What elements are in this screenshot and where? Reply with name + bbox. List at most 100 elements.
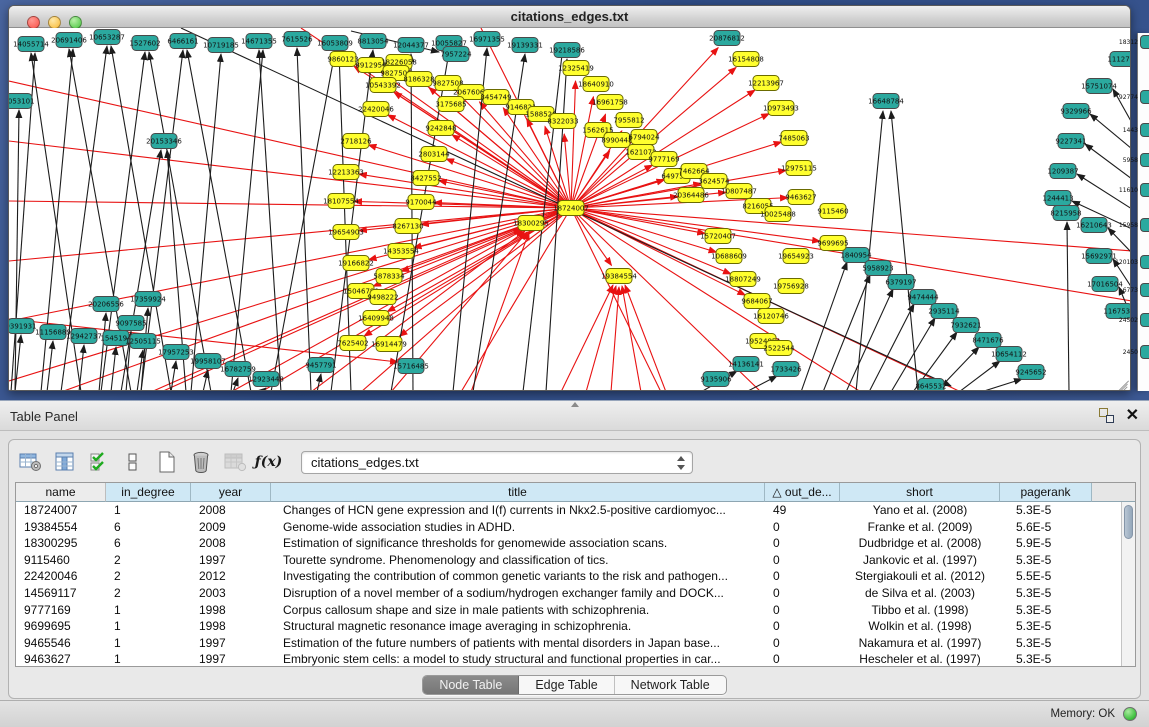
table-cell: 1997: [191, 635, 271, 652]
table-cell: 9463627: [16, 651, 106, 667]
graph-node-label: 19218586: [549, 47, 585, 55]
panel-resize-handle-icon[interactable]: [571, 402, 579, 407]
table-settings-icon[interactable]: [17, 449, 44, 475]
scrollbar-thumb[interactable]: [1124, 505, 1133, 539]
graph-node[interactable]: [1140, 313, 1149, 327]
graph-node-label: 6379197: [885, 279, 916, 287]
graph-node-label: 10654112: [991, 351, 1027, 359]
graph-node-label: 16971355: [469, 36, 505, 44]
network-window-title: citations_edges.txt: [9, 9, 1130, 24]
window-resize-grip-icon[interactable]: [1116, 376, 1130, 390]
table-cell: 1998: [191, 618, 271, 635]
graph-node-label: 92774: [1119, 94, 1138, 101]
graph-node-label: 1244413: [1042, 195, 1073, 203]
select-columns-checks-icon[interactable]: [85, 449, 112, 475]
column-header-△ out_de...[interactable]: △ out_de...: [765, 483, 840, 502]
table-cell: 0: [765, 568, 840, 585]
graph-node-label: 15751074: [1081, 83, 1117, 91]
graph-node-label: 7485063: [778, 135, 809, 143]
table-cell: 18724007: [16, 502, 106, 519]
graph-node-label: 15692971: [1081, 253, 1117, 261]
graph-node-label: 16154808: [728, 56, 764, 64]
column-header-in_degree[interactable]: in_degree: [106, 483, 191, 502]
background-window-sliver[interactable]: 1831292774144359581161015958120103677324…: [1137, 33, 1149, 391]
column-header-pagerank[interactable]: pagerank: [1000, 483, 1092, 502]
graph-node-label: 2803144: [418, 151, 450, 159]
delete-table-icon[interactable]: [187, 449, 214, 475]
graph-node-label: 9135906: [700, 376, 732, 384]
table-cell: Tibbo et al. (1998): [840, 602, 1000, 619]
graph-node-label: 8186328: [403, 76, 434, 84]
graph-node-label: 9457791: [305, 362, 336, 370]
tab-edge-table[interactable]: Edge Table: [519, 676, 614, 694]
table-row[interactable]: 2242004622012Investigating the contribut…: [16, 568, 1135, 585]
table-row[interactable]: 1456911722003Disruption of a novel membe…: [16, 585, 1135, 602]
graph-node-label: 12942737: [66, 333, 102, 341]
import-table-disabled-icon: [221, 449, 248, 475]
table-source-select[interactable]: citations_edges.txt: [301, 451, 693, 474]
graph-node[interactable]: [1140, 153, 1149, 167]
table-cell: 5.3E-5: [1000, 651, 1092, 667]
table-cell: 5.3E-5: [1000, 502, 1092, 519]
table-cell: 2008: [191, 502, 271, 519]
desktop-background: citations_edges.txt 14055714206914061065…: [0, 0, 1149, 400]
graph-node-label: 19384554: [601, 273, 637, 281]
graph-node-label: 11610: [1119, 187, 1138, 194]
table-row[interactable]: 969969511998Structural magnetic resonanc…: [16, 618, 1135, 635]
network-canvas-area[interactable]: 1405571420691406106532871527602646616110…: [9, 28, 1131, 391]
graph-node-label: 15716485: [393, 363, 429, 371]
new-table-icon[interactable]: [153, 449, 180, 475]
table-row[interactable]: 1938455462009Genome-wide association stu…: [16, 519, 1135, 536]
memory-status-indicator-icon[interactable]: [1123, 707, 1137, 721]
table-row[interactable]: 946554611997Estimation of the future num…: [16, 635, 1135, 652]
node-table[interactable]: namein_degreeyeartitle△ out_de...shortpa…: [15, 482, 1136, 667]
table-row[interactable]: 1872400712008Changes of HCN gene express…: [16, 502, 1135, 519]
graph-node-label: 9474444: [907, 294, 939, 302]
float-panel-icon[interactable]: [1099, 408, 1114, 423]
graph-node-label: 19654923: [778, 253, 814, 261]
table-row[interactable]: 911546021997Tourette syndrome. Phenomeno…: [16, 552, 1135, 569]
table-row[interactable]: 977716911998Corpus callosum shape and si…: [16, 602, 1135, 619]
table-row[interactable]: 1830029562008Estimation of significance …: [16, 535, 1135, 552]
graph-node-label: 20691406: [51, 37, 87, 45]
table-cell: 1997: [191, 552, 271, 569]
column-header-spacer[interactable]: [1092, 483, 1135, 502]
column-header-title[interactable]: title: [271, 483, 765, 502]
graph-node[interactable]: [1140, 218, 1149, 232]
graph-node-label: 17016504: [1087, 281, 1123, 289]
graph-node[interactable]: [1140, 283, 1149, 297]
graph-node[interactable]: [1140, 90, 1149, 104]
network-canvas[interactable]: 1405571420691406106532871527602646616110…: [9, 28, 1131, 391]
column-header-short[interactable]: short: [840, 483, 1000, 502]
table-cell: 2012: [191, 568, 271, 585]
graph-node[interactable]: [1140, 183, 1149, 197]
table-row[interactable]: 946362711997Embryonic stem cells: a mode…: [16, 651, 1135, 667]
graph-node-label: 7615526: [281, 36, 313, 44]
table-cell: Hescheler et al. (1997): [840, 651, 1000, 667]
graph-node-label: 9684067: [741, 298, 772, 306]
rows-icon[interactable]: [119, 449, 146, 475]
network-window[interactable]: citations_edges.txt 14055714206914061065…: [8, 5, 1131, 391]
graph-node-label: 14136141: [728, 361, 764, 369]
graph-node[interactable]: [1140, 345, 1149, 359]
table-cell: Embryonic stem cells: a model to study s…: [271, 651, 765, 667]
graph-node-label: 3175685: [435, 101, 466, 109]
table-cell: 9115460: [16, 552, 106, 569]
column-header-name[interactable]: name: [16, 483, 106, 502]
graph-node-label: 10719185: [203, 42, 239, 50]
table-columns-icon[interactable]: [51, 449, 78, 475]
function-builder-icon[interactable]: ƒ(x): [255, 449, 282, 475]
network-window-titlebar[interactable]: citations_edges.txt: [9, 6, 1130, 28]
close-panel-icon[interactable]: ✕: [1126, 408, 1139, 423]
graph-node[interactable]: [1140, 255, 1149, 269]
graph-node-label: 12975115: [781, 165, 817, 173]
table-cell: 1: [106, 651, 191, 667]
graph-node[interactable]: [1140, 35, 1149, 49]
graph-node-label: 8267130: [392, 223, 423, 231]
graph-node-label: 24502: [1119, 317, 1138, 324]
tab-node-table[interactable]: Node Table: [423, 676, 519, 694]
table-vertical-scrollbar[interactable]: [1121, 502, 1135, 666]
tab-network-table[interactable]: Network Table: [615, 676, 726, 694]
column-header-year[interactable]: year: [191, 483, 271, 502]
graph-node[interactable]: [1140, 123, 1149, 137]
